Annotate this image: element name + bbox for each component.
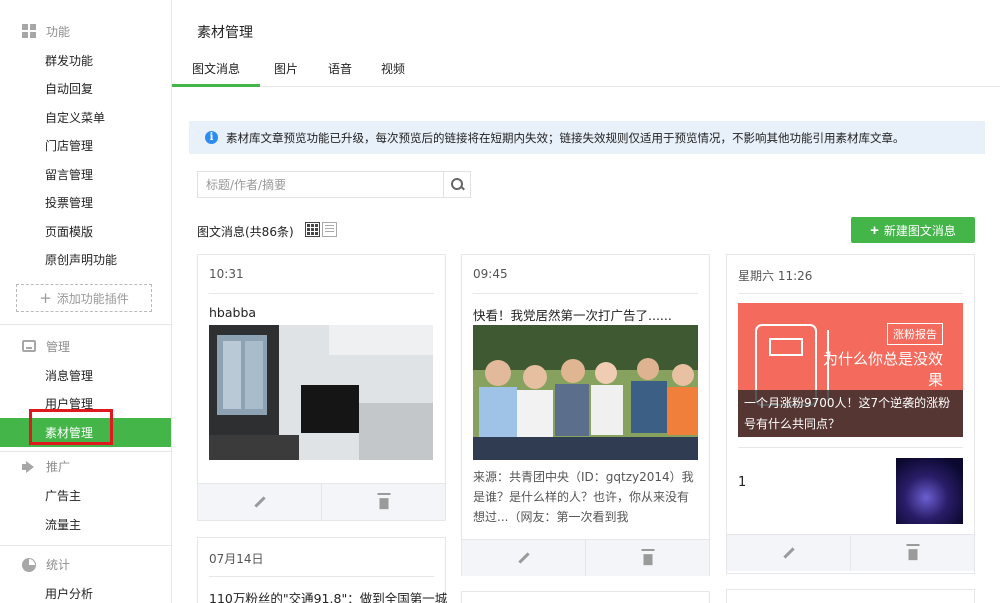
sidebar-item-page-template[interactable]: 页面模版 (0, 217, 171, 246)
card-title: hbabba (209, 305, 257, 320)
sub-article-title: 1 (738, 475, 747, 490)
divider (209, 576, 434, 577)
cover-caption: 一个月涨粉9700人！这7个逆袭的涨粉号有什么共同点？ (738, 390, 963, 437)
divider (209, 293, 434, 294)
edit-pencil-icon[interactable] (727, 535, 851, 571)
search-icon[interactable] (443, 172, 470, 197)
tab-images[interactable]: 图片 (268, 55, 304, 87)
plus-icon: + (39, 289, 52, 307)
add-plugin-button[interactable]: + 添加功能插件 (16, 284, 152, 312)
news-card[interactable]: 07月14日 110万粉丝的"交通91.8"：做到全国第一城 (197, 537, 448, 603)
sidebar-item-original[interactable]: 原创声明功能 (0, 246, 171, 275)
grid-view-icon[interactable] (305, 222, 320, 237)
tab-video[interactable]: 视频 (375, 55, 411, 87)
divider (0, 324, 171, 325)
section-header-function: 功能 (0, 16, 171, 46)
cover-badge: 涨粉报告 (887, 323, 943, 345)
cover-headline: 为什么你总是没效果 (823, 350, 944, 389)
card-actions (462, 539, 709, 576)
section-header-promote: 推广 (0, 452, 171, 482)
section-header-stats: 统计 (0, 550, 171, 580)
card-time: 07月14日 (209, 552, 264, 566)
notice-banner: i 素材库文章预览功能已升级，每次预览后的链接将在短期内失效；链接失效规则仅适用… (189, 121, 985, 154)
card-title: 110万粉丝的"交通91.8"：做到全国第一城 (209, 591, 448, 603)
tab-voice[interactable]: 语音 (322, 55, 358, 87)
card-time: 10:31 (209, 267, 244, 281)
list-view-icon[interactable] (322, 222, 337, 237)
news-card[interactable] (461, 591, 710, 603)
news-card[interactable]: 星期六 11:26 涨粉报告 为什么你总是没效果 一个月涨粉9700人！这7个逆… (726, 254, 975, 574)
notice-text: 素材库文章预览功能已升级，每次预览后的链接将在短期内失效；链接失效规则仅适用于预… (226, 130, 905, 145)
edit-pencil-icon[interactable] (198, 484, 322, 520)
megaphone-icon (22, 460, 36, 474)
sidebar-item-mass-send[interactable]: 群发功能 (0, 46, 171, 75)
divider (738, 447, 963, 448)
card-description: 来源：共青团中央（ID：gqtzy2014）我是谁？是什么样的人？也许，你从来没… (473, 470, 694, 524)
sidebar-item-custom-menu[interactable]: 自定义菜单 (0, 103, 171, 132)
sidebar-item-comments[interactable]: 留言管理 (0, 160, 171, 189)
sidebar: 功能 群发功能 自动回复 自定义菜单 门店管理 留言管理 投票管理 页面模版 原… (0, 0, 172, 603)
info-icon: i (205, 131, 218, 144)
card-cover-image (473, 325, 698, 460)
divider (473, 293, 698, 294)
pie-chart-icon (22, 557, 36, 572)
delete-trash-icon[interactable] (851, 535, 974, 571)
card-actions (727, 534, 974, 571)
main-content: 素材管理 图文消息 图片 语音 视频 i 素材库文章预览功能已升级，每次预览后的… (172, 0, 1000, 603)
news-count-label: 图文消息(共86条) (197, 225, 294, 239)
news-card[interactable]: 10:31 hbabba (197, 254, 446, 521)
sidebar-item-auto-reply[interactable]: 自动回复 (0, 75, 171, 104)
card-title: 快看！我党居然第一次打广告了...... (473, 308, 672, 323)
card-time: 星期六 11:26 (738, 269, 813, 283)
tab-bar: 图文消息 图片 语音 视频 (172, 55, 1000, 87)
section-header-manage: 管理 (0, 331, 171, 361)
divider (0, 544, 171, 546)
news-card[interactable]: 09:45 快看！我党居然第一次打广告了...... 来源：共青团中央（ID：g… (461, 254, 710, 576)
news-card[interactable] (726, 589, 975, 603)
grid-icon (22, 24, 36, 38)
page-title: 素材管理 (197, 25, 253, 41)
delete-trash-icon[interactable] (586, 540, 709, 576)
card-time: 09:45 (473, 267, 508, 281)
sidebar-item-vote[interactable]: 投票管理 (0, 189, 171, 218)
sidebar-item-store[interactable]: 门店管理 (0, 132, 171, 161)
search-box (197, 171, 471, 198)
edit-pencil-icon[interactable] (462, 540, 586, 576)
search-input[interactable] (198, 172, 443, 197)
plus-icon: + (870, 221, 879, 239)
highlight-box (29, 409, 113, 445)
card-cover-image: 涨粉报告 为什么你总是没效果 一个月涨粉9700人！这7个逆袭的涨粉号有什么共同… (738, 303, 963, 437)
sub-article-thumbnail (896, 458, 963, 524)
card-actions (198, 483, 445, 520)
tab-news[interactable]: 图文消息 (172, 55, 260, 87)
sidebar-item-user-analysis[interactable]: 用户分析 (0, 580, 171, 603)
sidebar-item-messages[interactable]: 消息管理 (0, 361, 171, 390)
inbox-icon (22, 340, 36, 352)
sidebar-item-publisher[interactable]: 流量主 (0, 510, 171, 539)
new-news-button[interactable]: + 新建图文消息 (851, 217, 975, 243)
divider (738, 293, 963, 294)
delete-trash-icon[interactable] (322, 484, 445, 520)
sidebar-item-advertiser[interactable]: 广告主 (0, 482, 171, 511)
card-cover-image (209, 325, 433, 460)
